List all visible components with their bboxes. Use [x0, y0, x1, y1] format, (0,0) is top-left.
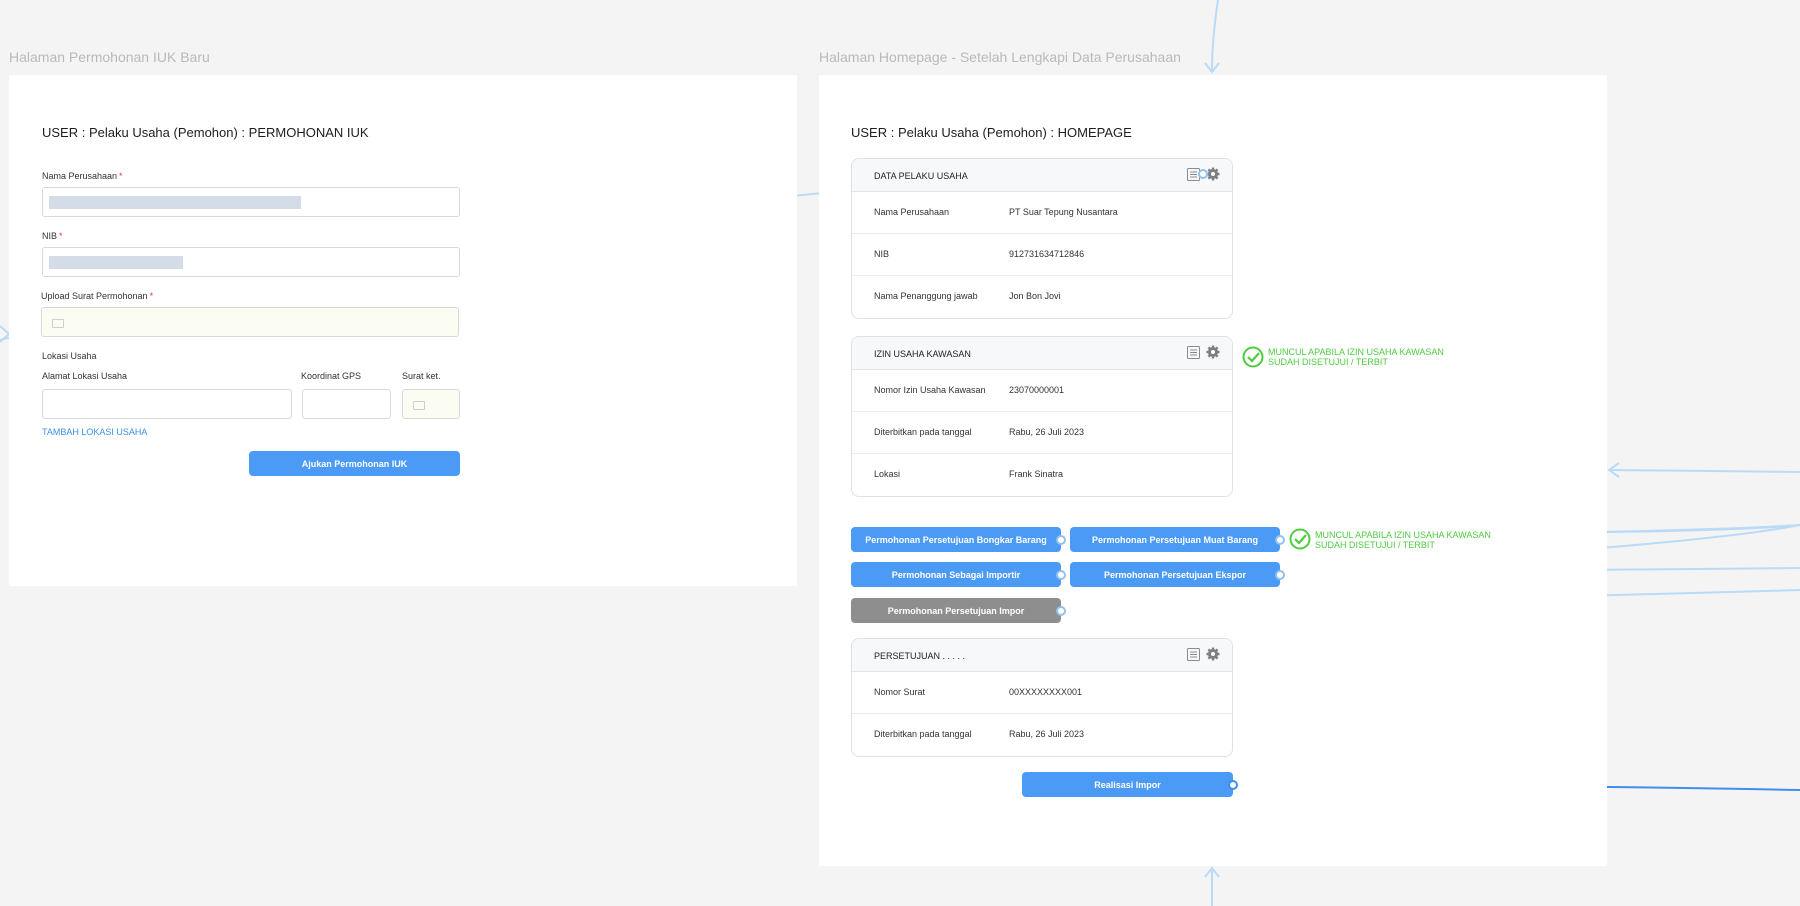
row-value: 912731634712846	[1009, 249, 1085, 259]
list-icon[interactable]	[1187, 647, 1200, 661]
row-value: Rabu, 26 Juli 2023	[1009, 427, 1085, 437]
realization-import-button[interactable]: Realisasi Impor	[1022, 772, 1233, 797]
check-circle-icon	[1242, 346, 1264, 368]
loading-request-button[interactable]: Permohonan Persetujuan Muat Barang	[1070, 527, 1280, 552]
company-name-label: Nama Perusahaan *	[42, 171, 123, 181]
placeholder-skeleton	[49, 196, 301, 209]
card-header: PERSETUJUAN . . . . .	[852, 639, 1232, 672]
business-data-card: DATA PELAKU USAHA Nama Perusahaan PT Suar…	[851, 158, 1233, 319]
connector-handle[interactable]	[1275, 535, 1285, 545]
gps-input[interactable]	[302, 389, 391, 419]
row-value: Frank Sinatra	[1009, 469, 1064, 479]
card-actions	[1187, 345, 1220, 359]
table-row: Diterbitkan pada tanggal Rabu, 26 Juli 20…	[852, 412, 1232, 454]
gear-icon[interactable]	[1206, 167, 1220, 181]
connector-line	[1211, 0, 1219, 71]
actions-visibility-note: MUNCUL APABILA IZIN USAHA KAWASAN SUDAH D…	[1315, 530, 1491, 550]
card-title: PERSETUJUAN . . . . .	[874, 651, 966, 661]
row-key: Nomor Izin Usaha Kawasan	[874, 385, 986, 395]
gear-icon[interactable]	[1206, 345, 1220, 359]
table-row: Diterbitkan pada tanggal Rabu, 26 Juli 20…	[852, 714, 1232, 756]
row-key: Nomor Surat	[874, 687, 926, 697]
card-actions	[1187, 647, 1220, 661]
row-value: PT Suar Tepung Nusantara	[1009, 207, 1118, 217]
address-input[interactable]	[42, 389, 292, 419]
approval-card: PERSETUJUAN . . . . . Nomor Surat 00XXXXX…	[851, 638, 1233, 757]
table-row: Lokasi Frank Sinatra	[852, 454, 1232, 496]
importer-request-button[interactable]: Permohonan Sebagai Importir	[851, 562, 1061, 587]
connector-handle[interactable]	[1198, 169, 1208, 179]
note-line: SUDAH DISETUJUI / TERBIT	[1315, 540, 1435, 550]
location-section-label: Lokasi Usaha	[42, 351, 97, 361]
table-row: Nomor Surat 00XXXXXXXX001	[852, 672, 1232, 714]
connector-handle[interactable]	[1228, 780, 1238, 790]
unloading-request-button[interactable]: Permohonan Persetujuan Bongkar Barang	[851, 527, 1061, 552]
letter-upload-field[interactable]	[402, 389, 460, 419]
placeholder-skeleton	[49, 256, 183, 269]
note-line: MUNCUL APABILA IZIN USAHA KAWASAN	[1268, 347, 1444, 357]
row-key: Nama Perusahaan	[874, 207, 950, 217]
row-value: 00XXXXXXXX001	[1009, 687, 1083, 697]
gps-label: Koordinat GPS	[301, 371, 362, 381]
row-value: 23070000001	[1009, 385, 1065, 395]
card-title: IZIN USAHA KAWASAN	[874, 349, 971, 359]
row-value: Rabu, 26 Juli 2023	[1009, 729, 1085, 739]
note-line: MUNCUL APABILA IZIN USAHA KAWASAN	[1315, 530, 1491, 540]
submit-iuk-button[interactable]: Ajukan Permohonan IUK	[249, 451, 460, 476]
add-location-link[interactable]: TAMBAH LOKASI USAHA	[42, 427, 147, 437]
table-row: Nomor Izin Usaha Kawasan 23070000001	[852, 370, 1232, 412]
nib-label: NIB *	[42, 231, 63, 241]
gear-icon[interactable]	[1206, 647, 1220, 661]
row-key: Lokasi	[874, 469, 901, 479]
connector-handle[interactable]	[1056, 535, 1066, 545]
page-heading: USER : Pelaku Usaha (Pemohon) : PERMOHON…	[42, 125, 369, 140]
upload-label: Upload Surat Permohonan *	[41, 291, 154, 301]
company-name-input[interactable]	[42, 187, 460, 217]
connector-handle[interactable]	[1056, 570, 1066, 580]
address-label: Alamat Lokasi Usaha	[42, 371, 128, 381]
frame-homepage: USER : Pelaku Usaha (Pemohon) : HOMEPAGE…	[819, 75, 1607, 866]
row-value: Jon Bon Jovi	[1009, 291, 1061, 301]
table-row: Nama Penanggung jawab Jon Bon Jovi	[852, 276, 1232, 318]
table-row: Nama Perusahaan PT Suar Tepung Nusantara	[852, 192, 1232, 234]
permit-card: IZIN USAHA KAWASAN Nomor Izin Usaha Kawa…	[851, 336, 1233, 497]
permit-visibility-note: MUNCUL APABILA IZIN USAHA KAWASAN SUDAH D…	[1268, 347, 1444, 367]
card-title: DATA PELAKU USAHA	[874, 171, 968, 181]
folder-icon	[413, 401, 425, 410]
row-key: NIB	[874, 249, 890, 259]
connector-handle[interactable]	[1275, 570, 1285, 580]
nib-input[interactable]	[42, 247, 460, 277]
export-request-button[interactable]: Permohonan Persetujuan Ekspor	[1070, 562, 1280, 587]
row-key: Diterbitkan pada tanggal	[874, 729, 972, 739]
note-line: SUDAH DISETUJUI / TERBIT	[1268, 357, 1388, 367]
connector-line	[1609, 469, 1800, 473]
check-circle-icon	[1289, 528, 1311, 550]
frame-permohonan-iuk: USER : Pelaku Usaha (Pemohon) : PERMOHON…	[9, 75, 797, 586]
card-header: IZIN USAHA KAWASAN	[852, 337, 1232, 370]
frame-title-homepage: Halaman Homepage - Setelah Lengkapi Data…	[819, 49, 1181, 65]
upload-letter-field[interactable]	[41, 307, 459, 337]
row-key: Nama Penanggung jawab	[874, 291, 978, 301]
card-header: DATA PELAKU USAHA	[852, 159, 1232, 192]
import-request-button[interactable]: Permohonan Persetujuan Impor	[851, 598, 1061, 623]
row-key: Diterbitkan pada tanggal	[874, 427, 972, 437]
list-icon[interactable]	[1187, 345, 1200, 359]
letter-label: Surat ket.	[402, 371, 441, 381]
table-row: NIB 912731634712846	[852, 234, 1232, 276]
connector-handle[interactable]	[1056, 606, 1066, 616]
folder-icon	[52, 319, 64, 328]
page-heading: USER : Pelaku Usaha (Pemohon) : HOMEPAGE	[851, 125, 1132, 140]
frame-title-permohonan: Halaman Permohonan IUK Baru	[9, 49, 210, 65]
